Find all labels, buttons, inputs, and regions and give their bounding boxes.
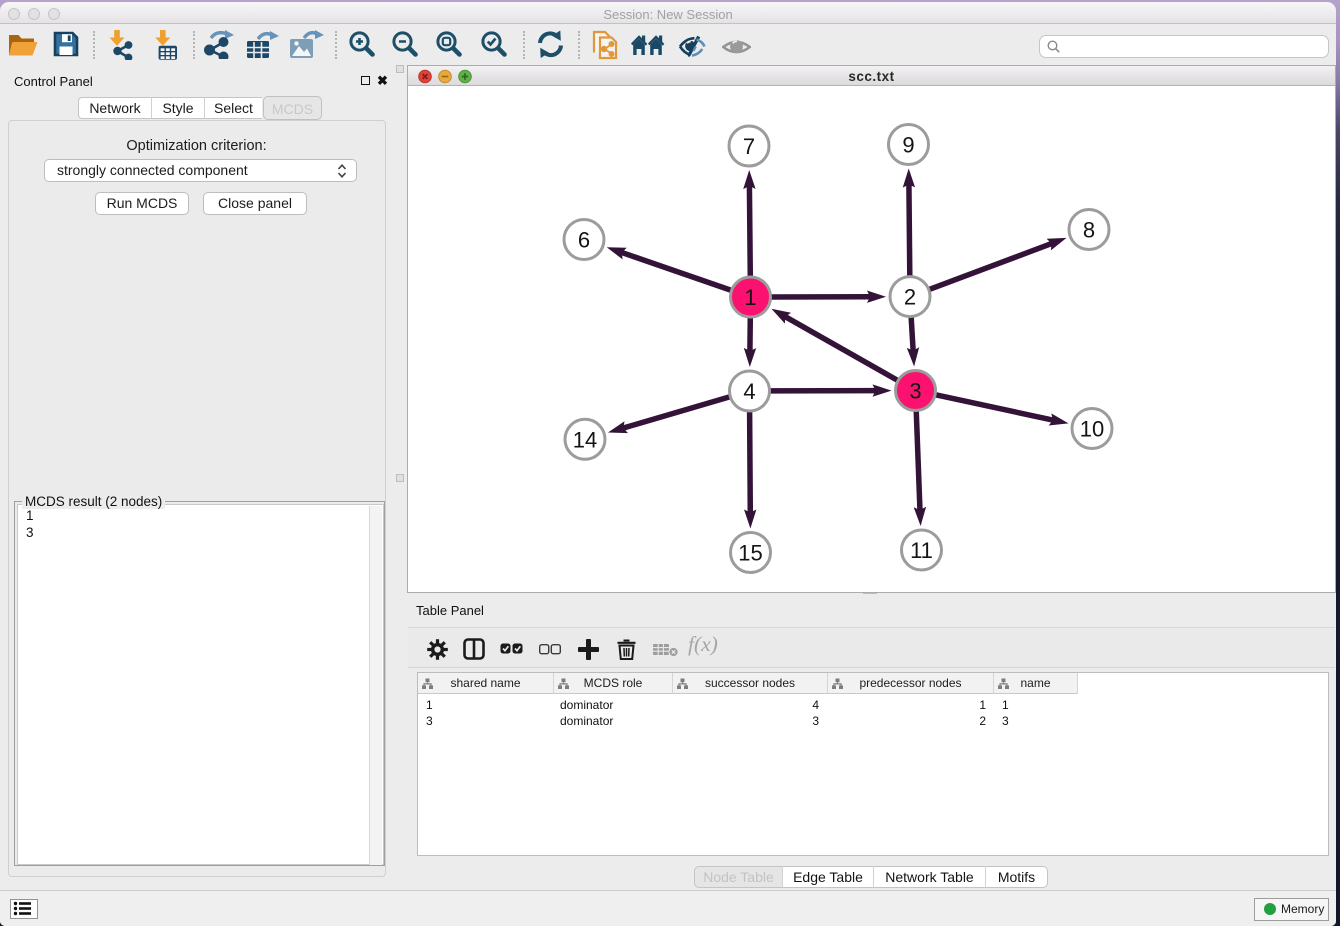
svg-text:4: 4	[743, 379, 755, 404]
svg-text:2: 2	[904, 285, 916, 310]
svg-text:3: 3	[909, 379, 921, 404]
svg-text:11: 11	[910, 538, 933, 563]
svg-text:9: 9	[902, 133, 914, 158]
svg-text:15: 15	[738, 541, 762, 566]
svg-text:6: 6	[578, 228, 590, 253]
svg-text:14: 14	[573, 427, 597, 452]
svg-text:1: 1	[744, 285, 756, 310]
svg-text:10: 10	[1080, 417, 1104, 442]
svg-text:8: 8	[1083, 218, 1095, 243]
svg-text:7: 7	[743, 134, 755, 159]
